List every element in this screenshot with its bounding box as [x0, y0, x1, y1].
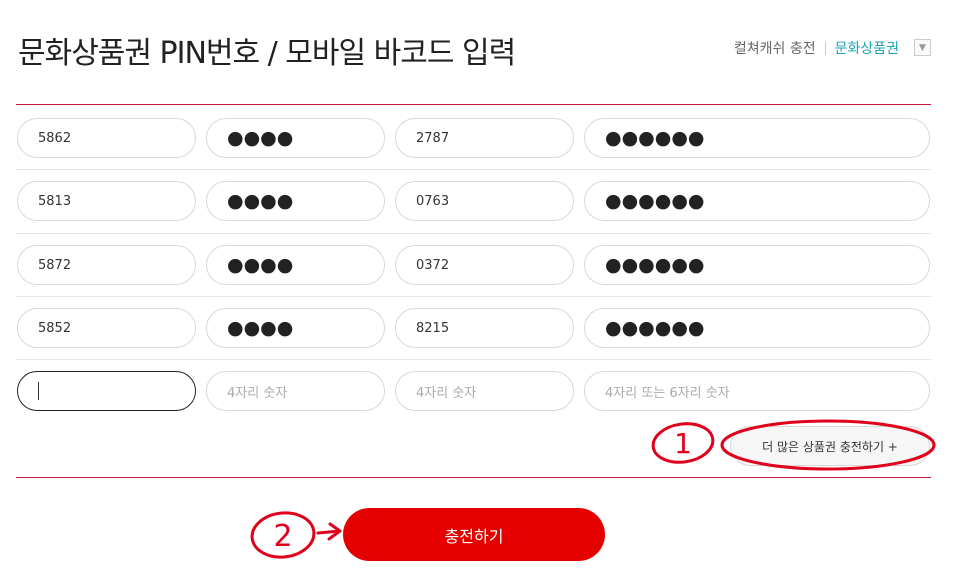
- annotation-circle-2: [250, 511, 316, 559]
- annotation-overlay: 1 2: [250, 419, 936, 559]
- link-divider: [824, 41, 826, 55]
- top-links: 컬쳐캐쉬 충전 문화상품권: [734, 38, 899, 58]
- culture-cash-link[interactable]: 컬쳐캐쉬 충전: [734, 38, 816, 58]
- pin-field-1-2[interactable]: ●●●●: [206, 118, 385, 158]
- top-divider: [16, 104, 931, 105]
- add-more-vouchers-button[interactable]: 더 많은 상품권 충전하기 +: [730, 426, 930, 466]
- annotation-mark-1: 1: [674, 427, 692, 460]
- row-divider: [16, 296, 931, 297]
- pin-field-2-1[interactable]: 5813: [17, 181, 196, 221]
- pin-field-1-3[interactable]: 2787: [395, 118, 574, 158]
- pin-field-5-3[interactable]: 4자리 숫자: [395, 371, 574, 411]
- annotation-mark-2: 2: [273, 519, 292, 554]
- pin-field-3-1[interactable]: 5872: [17, 245, 196, 285]
- pin-field-2-2[interactable]: ●●●●: [206, 181, 385, 221]
- row-divider: [16, 169, 931, 170]
- dropdown-toggle-button[interactable]: ▼: [914, 39, 931, 56]
- row-divider: [16, 359, 931, 360]
- charge-button[interactable]: 충전하기: [343, 508, 605, 561]
- pin-field-5-1[interactable]: [17, 371, 196, 411]
- pin-field-3-2[interactable]: ●●●●: [206, 245, 385, 285]
- pin-field-3-4[interactable]: ●●●●●●: [584, 245, 930, 285]
- pin-field-2-4[interactable]: ●●●●●●: [584, 181, 930, 221]
- pin-field-4-3[interactable]: 8215: [395, 308, 574, 348]
- pin-field-4-4[interactable]: ●●●●●●: [584, 308, 930, 348]
- pin-field-5-2[interactable]: 4자리 숫자: [206, 371, 385, 411]
- pin-field-5-4[interactable]: 4자리 또는 6자리 숫자: [584, 371, 930, 411]
- gift-card-link[interactable]: 문화상품권: [835, 38, 899, 58]
- pin-field-1-4[interactable]: ●●●●●●: [584, 118, 930, 158]
- annotation-arrow: [316, 522, 342, 541]
- annotation-circle-1: [651, 422, 715, 464]
- pin-field-4-2[interactable]: ●●●●: [206, 308, 385, 348]
- text-caret: [38, 382, 39, 400]
- pin-field-3-3[interactable]: 0372: [395, 245, 574, 285]
- pin-field-1-1[interactable]: 5862: [17, 118, 196, 158]
- triangle-down-icon: ▼: [919, 42, 926, 53]
- row-divider: [16, 233, 931, 234]
- page-title: 문화상품권 PIN번호 / 모바일 바코드 입력: [18, 36, 516, 71]
- bottom-divider: [16, 477, 931, 478]
- pin-field-2-3[interactable]: 0763: [395, 181, 574, 221]
- pin-field-4-1[interactable]: 5852: [17, 308, 196, 348]
